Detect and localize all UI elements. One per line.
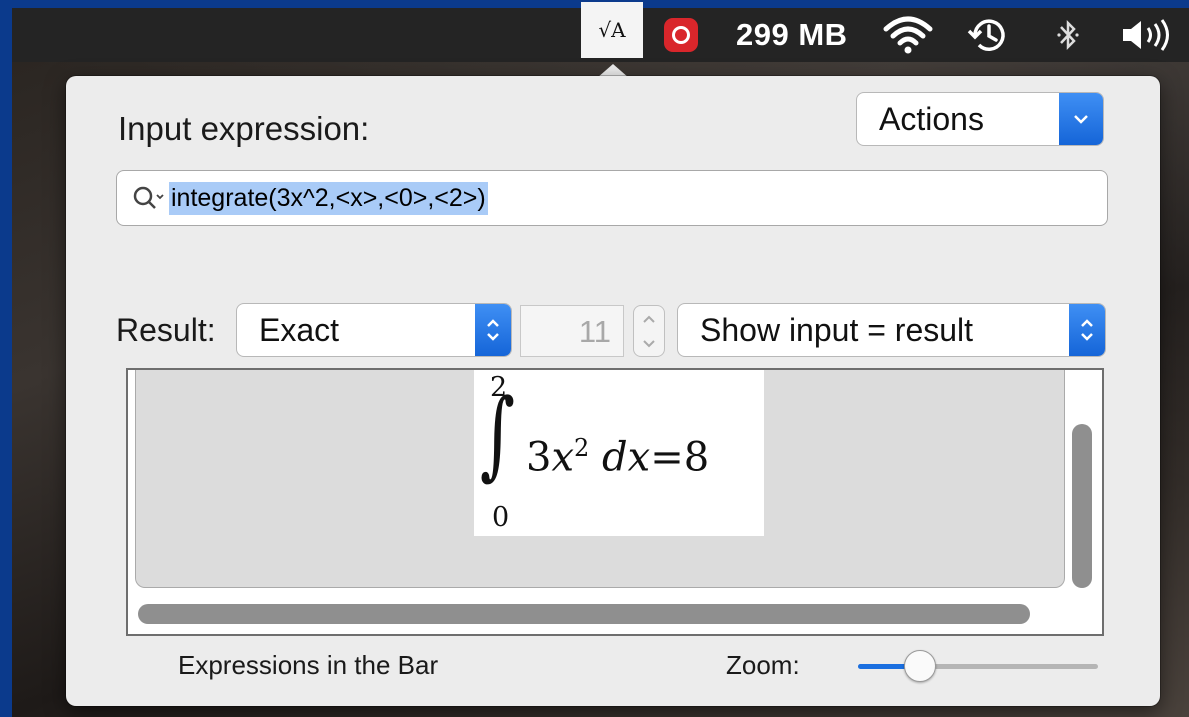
stepper-up-icon[interactable] bbox=[642, 314, 656, 324]
chevron-down-icon bbox=[1059, 93, 1103, 145]
variable: x bbox=[551, 434, 575, 481]
zoom-slider-knob[interactable] bbox=[904, 650, 937, 682]
actions-label: Actions bbox=[879, 100, 984, 137]
result-canvas: 2 ∫ 0 3x2 dx=8 bbox=[135, 370, 1065, 588]
volume-icon[interactable] bbox=[1115, 8, 1185, 62]
wifi-icon[interactable] bbox=[880, 8, 936, 62]
input-expression-label: Input expression: bbox=[118, 110, 370, 147]
calculator-menu-icon[interactable]: √A bbox=[581, 2, 643, 58]
rendered-formula: 2 ∫ 0 3x2 dx=8 bbox=[474, 370, 764, 536]
integrand-expression: 3x2 dx=8 bbox=[526, 434, 709, 480]
actions-menu-button[interactable]: Actions bbox=[856, 92, 1104, 146]
calculator-icon-text: √A bbox=[598, 18, 626, 42]
expression-search-field[interactable]: integrate(3x^2,<x>,<0>,<2>) bbox=[116, 170, 1108, 226]
coefficient: 3 bbox=[526, 434, 552, 481]
result-format-value: Show input = result bbox=[700, 311, 974, 348]
differential-d: d bbox=[602, 434, 628, 481]
precision-digits-field[interactable]: 11 bbox=[520, 305, 624, 357]
stepper-down-icon[interactable] bbox=[642, 339, 656, 349]
vertical-scrollbar[interactable] bbox=[1072, 424, 1092, 588]
result-format-select[interactable]: Show input = result bbox=[677, 303, 1106, 357]
up-down-chevron-icon bbox=[475, 304, 511, 356]
bluetooth-icon[interactable] bbox=[1048, 8, 1088, 62]
search-icon[interactable] bbox=[131, 183, 167, 213]
integral-lower-bound: 0 bbox=[492, 502, 510, 533]
time-machine-icon[interactable] bbox=[962, 8, 1014, 62]
result-mode-value: Exact bbox=[259, 311, 340, 348]
calculator-popover: Input expression: Actions integrate(3x^2… bbox=[66, 76, 1160, 706]
precision-stepper[interactable] bbox=[633, 305, 665, 357]
up-down-chevron-icon bbox=[1069, 304, 1105, 356]
horizontal-scrollbar[interactable] bbox=[138, 604, 1030, 624]
record-icon[interactable] bbox=[660, 8, 702, 62]
result-label: Result: bbox=[116, 312, 216, 348]
equals-sign: = bbox=[650, 434, 684, 481]
exponent: 2 bbox=[574, 434, 590, 462]
integral-sign: ∫ bbox=[480, 378, 516, 490]
result-view[interactable]: 2 ∫ 0 3x2 dx=8 bbox=[126, 368, 1104, 636]
result-mode-select[interactable]: Exact bbox=[236, 303, 512, 357]
memory-status[interactable]: 299 MB bbox=[736, 8, 848, 62]
zoom-label: Zoom: bbox=[726, 650, 800, 680]
expression-input-value[interactable]: integrate(3x^2,<x>,<0>,<2>) bbox=[169, 181, 488, 215]
expressions-in-bar-label: Expressions in the Bar bbox=[178, 650, 439, 680]
result-value: 8 bbox=[683, 434, 710, 481]
differential-variable: x bbox=[627, 434, 651, 481]
